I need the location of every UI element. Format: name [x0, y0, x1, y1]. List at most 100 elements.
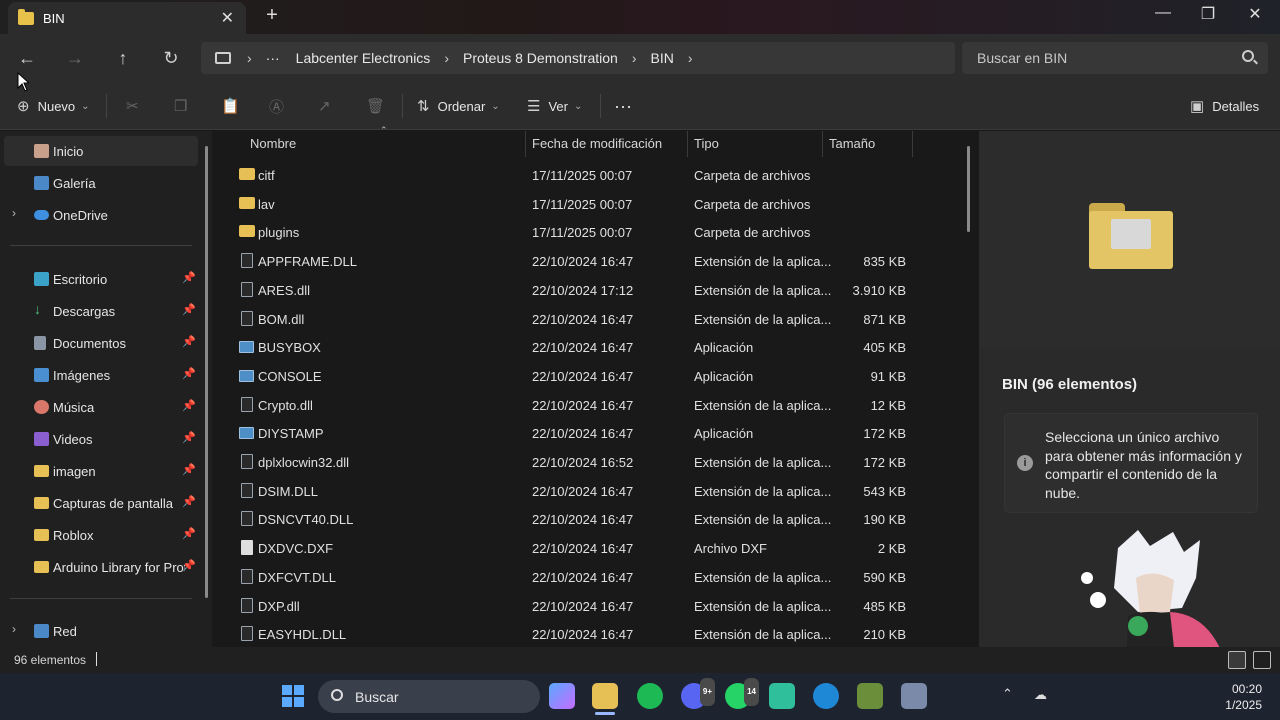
search-input[interactable]: Buscar en BIN: [962, 42, 1268, 74]
pin-icon[interactable]: 📌: [182, 367, 196, 380]
sidebar-item-galeria[interactable]: Galería: [4, 168, 198, 198]
chevron-right-icon[interactable]: ›: [444, 50, 449, 66]
sidebar-item-documentos[interactable]: Documentos 📌: [4, 328, 198, 358]
copy-button[interactable]: ❐: [174, 94, 195, 118]
view-button[interactable]: ☰ Ver ⌄: [527, 94, 582, 118]
more-options-button[interactable]: ···: [614, 94, 632, 118]
discord-icon[interactable]: 9+: [681, 678, 715, 709]
pin-icon[interactable]: 📌: [182, 559, 196, 572]
file-row[interactable]: plugins 17/11/2025 00:07 Carpeta de archiv…: [218, 218, 958, 246]
sidebar-item-capturas[interactable]: Capturas de pantalla 📌: [4, 488, 198, 518]
restore-button[interactable]: ❐: [1196, 4, 1220, 24]
app-icon[interactable]: [901, 683, 927, 709]
column-divider[interactable]: [822, 131, 823, 157]
file-row[interactable]: DXFCVT.DLL 22/10/2024 16:47 Extensión de l…: [218, 563, 958, 591]
column-header-name[interactable]: Nombre: [250, 136, 296, 151]
new-tab-button[interactable]: +: [262, 4, 282, 27]
sidebar-item-imagen[interactable]: imagen 📌: [4, 456, 198, 486]
file-row[interactable]: Crypto.dll 22/10/2024 16:47 Extensión de l…: [218, 391, 958, 419]
file-row[interactable]: DXDVC.DXF 22/10/2024 16:47 Archivo DXF 2 KB: [218, 534, 958, 562]
sidebar-item-red[interactable]: › Red: [4, 616, 198, 646]
breadcrumb[interactable]: › ··· Labcenter Electronics › Proteus 8 …: [201, 42, 955, 74]
details-button[interactable]: ▣ Detalles: [1190, 94, 1259, 118]
breadcrumb-item[interactable]: BIN: [651, 50, 674, 66]
sidebar-item-inicio[interactable]: Inicio: [4, 136, 198, 166]
whatsapp-icon[interactable]: 14: [725, 678, 759, 709]
app-icon[interactable]: [769, 683, 795, 709]
column-divider[interactable]: [912, 131, 913, 157]
start-button[interactable]: [282, 685, 304, 707]
sidebar-item-arduino[interactable]: Arduino Library for Proteus 📌: [4, 552, 198, 582]
column-header-date[interactable]: Fecha de modificación: [532, 136, 662, 151]
breadcrumb-item[interactable]: Proteus 8 Demonstration: [463, 50, 618, 66]
tiles-view-icon[interactable]: [1253, 651, 1271, 669]
file-row[interactable]: DXP.dll 22/10/2024 16:47 Extensión de la a…: [218, 592, 958, 620]
file-row[interactable]: CONSOLE 22/10/2024 16:47 Aplicación 91 KB: [218, 362, 958, 390]
sidebar-item-descargas[interactable]: ↓ Descargas 📌: [4, 296, 198, 326]
chevron-right-icon[interactable]: ›: [12, 206, 16, 220]
chevron-right-icon[interactable]: ›: [12, 622, 16, 636]
file-row[interactable]: BUSYBOX 22/10/2024 16:47 Aplicación 405 KB: [218, 333, 958, 361]
edge-icon[interactable]: [813, 683, 839, 709]
sidebar-item-videos[interactable]: Videos 📌: [4, 424, 198, 454]
breadcrumb-item[interactable]: Labcenter Electronics: [296, 50, 431, 66]
column-divider[interactable]: [687, 131, 688, 157]
file-explorer-icon[interactable]: [592, 683, 618, 715]
pin-icon[interactable]: 📌: [182, 495, 196, 508]
close-button[interactable]: ✕: [1243, 4, 1267, 24]
file-row[interactable]: DSNCVT40.DLL 22/10/2024 16:47 Extensión de…: [218, 505, 958, 533]
sidebar-scrollbar[interactable]: [205, 146, 208, 598]
file-row[interactable]: DIYSTAMP 22/10/2024 16:47 Aplicación 172 KB: [218, 419, 958, 447]
file-row[interactable]: EASYHDL.DLL 22/10/2024 16:47 Extensión de …: [218, 620, 958, 648]
sidebar-item-musica[interactable]: Música 📌: [4, 392, 198, 422]
paste-button[interactable]: 📋: [221, 94, 248, 118]
refresh-button[interactable]: ↻: [157, 44, 185, 72]
column-header-size[interactable]: Tamaño: [829, 136, 875, 151]
sort-button[interactable]: ⇅ Ordenar ⌄: [417, 94, 500, 118]
spotify-icon[interactable]: [637, 683, 663, 709]
pin-icon[interactable]: 📌: [182, 463, 196, 476]
file-row[interactable]: APPFRAME.DLL 22/10/2024 16:47 Extensión de…: [218, 247, 958, 275]
column-divider[interactable]: [525, 131, 526, 157]
pin-icon[interactable]: 📌: [182, 527, 196, 540]
cloud-off-icon[interactable]: ☁: [1034, 687, 1047, 703]
details-view-icon[interactable]: [1228, 651, 1246, 669]
tab-close-icon[interactable]: ✕: [221, 8, 234, 28]
clock[interactable]: 00:20 1/2025: [1225, 681, 1262, 713]
rename-button[interactable]: Ⓐ: [269, 94, 292, 118]
file-row[interactable]: dplxlocwin32.dll 22/10/2024 16:52 Extensió…: [218, 448, 958, 476]
forward-button[interactable]: →: [61, 44, 89, 72]
file-row[interactable]: citf 17/11/2025 00:07 Carpeta de archivos: [218, 161, 958, 189]
file-row[interactable]: lav 17/11/2025 00:07 Carpeta de archivos: [218, 190, 958, 218]
chevron-right-icon[interactable]: ›: [632, 50, 637, 66]
breadcrumb-more[interactable]: ···: [266, 50, 280, 66]
chevron-right-icon[interactable]: ›: [688, 50, 693, 66]
back-button[interactable]: ←: [13, 44, 41, 72]
sidebar-item-imagenes[interactable]: Imágenes 📌: [4, 360, 198, 390]
minecraft-icon[interactable]: [857, 683, 883, 709]
up-button[interactable]: ↑: [109, 44, 137, 72]
pin-icon[interactable]: 📌: [182, 431, 196, 444]
pin-icon[interactable]: 📌: [182, 399, 196, 412]
file-row[interactable]: DSIM.DLL 22/10/2024 16:47 Extensión de la …: [218, 477, 958, 505]
pin-icon[interactable]: 📌: [182, 335, 196, 348]
new-button[interactable]: ⊕ Nuevo ⌄: [17, 94, 90, 118]
column-header-type[interactable]: Tipo: [694, 136, 719, 151]
tray-expand-icon[interactable]: ⌃: [1002, 686, 1013, 702]
sidebar-item-roblox[interactable]: Roblox 📌: [4, 520, 198, 550]
cut-button[interactable]: ✂: [126, 94, 147, 118]
pin-icon[interactable]: 📌: [182, 271, 196, 284]
chevron-right-icon[interactable]: ›: [247, 50, 252, 66]
pin-icon[interactable]: 📌: [182, 303, 196, 316]
share-button[interactable]: ↗: [318, 94, 339, 118]
window-tab[interactable]: BIN ✕: [8, 2, 246, 34]
delete-button[interactable]: 🗑: [366, 94, 393, 118]
file-row[interactable]: BOM.dll 22/10/2024 16:47 Extensión de la a…: [218, 305, 958, 333]
copilot-icon[interactable]: [549, 683, 575, 709]
taskbar-search[interactable]: Buscar: [318, 680, 540, 713]
file-list-scrollbar[interactable]: [967, 146, 970, 232]
file-row[interactable]: ARES.dll 22/10/2024 17:12 Extensión de la …: [218, 276, 958, 304]
sidebar-item-onedrive[interactable]: › OneDrive: [4, 200, 198, 230]
minimize-button[interactable]: —: [1151, 4, 1175, 22]
sidebar-item-escritorio[interactable]: Escritorio 📌: [4, 264, 198, 294]
